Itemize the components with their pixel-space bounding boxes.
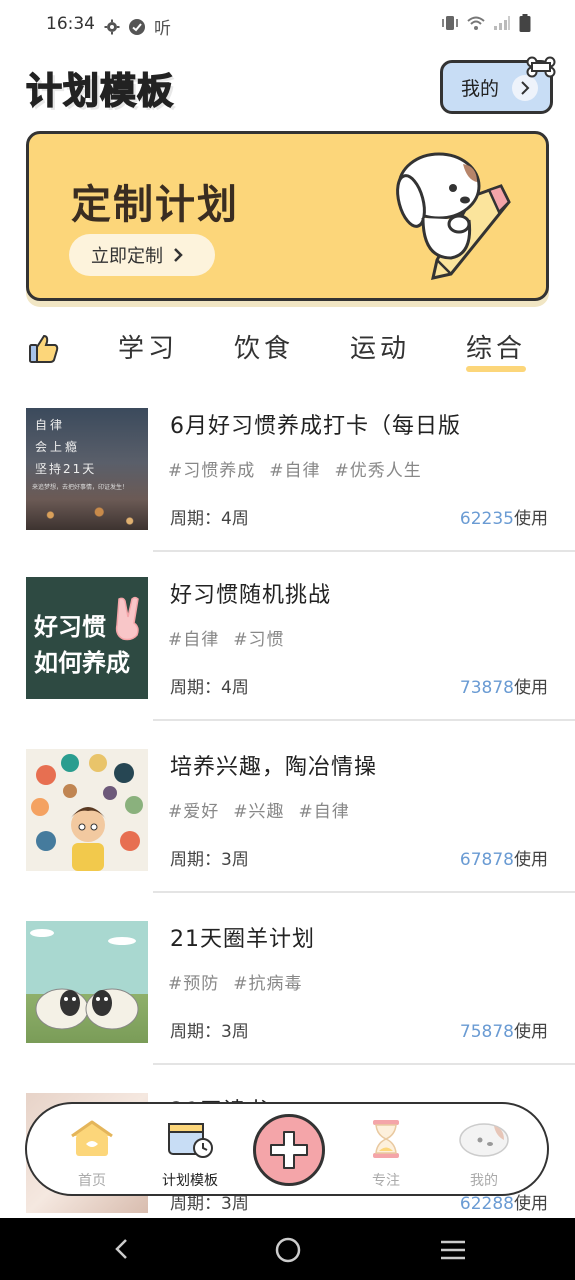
status-bar: 16:34 听 xyxy=(0,0,575,48)
calendar-icon xyxy=(168,1123,213,1158)
plan-usage: 62235使用 xyxy=(459,509,548,529)
nav-profile[interactable]: 我的 xyxy=(439,1118,529,1189)
plan-tag[interactable]: #预防 xyxy=(168,969,219,994)
divider xyxy=(153,550,575,552)
add-icon xyxy=(270,1131,308,1169)
home-circle-icon[interactable] xyxy=(275,1237,301,1263)
chevron-right-icon xyxy=(174,248,183,262)
plan-title: 6月好习惯养成打卡（每日版 xyxy=(170,414,461,439)
plan-thumbnail: 好习惯 如何养成 xyxy=(26,577,148,699)
plan-tags: #自律 #习惯 xyxy=(168,625,285,650)
plan-tag[interactable]: #习惯 xyxy=(233,625,284,650)
system-nav-bar xyxy=(0,1218,575,1280)
plan-tag[interactable]: #爱好 xyxy=(168,797,219,822)
plan-thumbnail xyxy=(26,921,148,1043)
plan-title: 培养兴趣，陶冶情操 xyxy=(170,755,378,780)
plan-tag[interactable]: #抗病毒 xyxy=(233,969,302,994)
tab-general[interactable]: 综合 xyxy=(466,328,526,365)
hourglass-icon xyxy=(373,1120,399,1158)
recent-apps-icon[interactable] xyxy=(440,1239,466,1261)
custom-plan-banner[interactable]: 定制计划 立即定制 xyxy=(26,131,549,301)
back-icon[interactable] xyxy=(112,1238,132,1260)
sheep-illustration xyxy=(30,929,139,1030)
plan-tag[interactable]: #自律 xyxy=(299,797,350,822)
dog-profile-icon xyxy=(459,1123,509,1157)
gear-icon xyxy=(104,19,120,34)
plan-period: 周期：4周 xyxy=(170,509,249,529)
divider xyxy=(153,1063,575,1065)
plan-tag[interactable]: #习惯养成 xyxy=(168,456,255,481)
nav-home[interactable]: 首页 xyxy=(47,1118,137,1189)
hobbies-illustration xyxy=(31,754,143,871)
plan-title: 21天圈羊计划 xyxy=(170,927,315,952)
plan-usage: 67878使用 xyxy=(459,850,548,870)
vibrate-icon xyxy=(442,16,458,30)
tab-exercise[interactable]: 运动 xyxy=(350,328,410,365)
plan-tags: #习惯养成 #自律 #优秀人生 xyxy=(168,456,422,481)
divider xyxy=(153,891,575,893)
home-icon xyxy=(71,1120,113,1156)
add-plan-button[interactable] xyxy=(253,1114,325,1186)
plan-thumbnail: 自律 会上瘾 坚持21天 来追梦想，去把好事情，印证发生！ xyxy=(26,408,148,530)
plan-item[interactable]: 培养兴趣，陶冶情操 #爱好 #兴趣 #自律 周期：3周 67878使用 xyxy=(0,749,575,921)
nav-plan-templates-label: 计划模板 xyxy=(162,1173,218,1189)
plan-tag[interactable]: #自律 xyxy=(168,625,219,650)
status-time: 16:34 xyxy=(46,14,95,34)
plan-item[interactable]: 自律 会上瘾 坚持21天 来追梦想，去把好事情，印证发生！ 6月好习惯养成打卡（… xyxy=(0,408,575,580)
plan-usage: 73878使用 xyxy=(459,678,548,698)
plan-item[interactable]: 好习惯 如何养成 好习惯随机挑战 #自律 #习惯 周期：4周 73878使用 xyxy=(0,577,575,749)
category-tabs: 学习 饮食 运动 综合 xyxy=(0,320,575,380)
plan-period: 周期：4周 xyxy=(170,678,249,698)
tab-study[interactable]: 学习 xyxy=(118,328,178,365)
bone-icon xyxy=(526,56,556,78)
plan-tag[interactable]: #优秀人生 xyxy=(335,456,422,481)
tab-diet[interactable]: 饮食 xyxy=(234,328,294,365)
plan-item[interactable]: 21天圈羊计划 #预防 #抗病毒 周期：3周 75878使用 xyxy=(0,921,575,1093)
battery-icon xyxy=(519,14,531,32)
check-circle-icon xyxy=(129,18,145,35)
mine-button-label: 我的 xyxy=(461,77,500,100)
divider xyxy=(153,719,575,721)
signal-icon xyxy=(494,16,510,30)
active-tab-indicator xyxy=(466,366,526,372)
plan-tag[interactable]: #自律 xyxy=(269,456,320,481)
wifi-icon xyxy=(467,16,485,30)
plan-title: 好习惯随机挑战 xyxy=(170,583,332,608)
banner-title: 定制计划 xyxy=(71,182,239,228)
nav-home-label: 首页 xyxy=(78,1173,106,1189)
bottom-nav: 首页 计划模板 专注 我的 xyxy=(25,1102,549,1196)
plan-thumbnail xyxy=(26,749,148,871)
chevron-right-icon xyxy=(512,75,538,101)
plan-period: 周期：3周 xyxy=(170,1022,249,1042)
nav-focus[interactable]: 专注 xyxy=(341,1118,431,1189)
ting-icon: 听 xyxy=(154,19,171,39)
nav-focus-label: 专注 xyxy=(372,1173,400,1189)
plan-usage: 75878使用 xyxy=(459,1022,548,1042)
nav-profile-label: 我的 xyxy=(470,1173,498,1189)
thumbs-up-icon xyxy=(29,334,59,363)
page-title: 计划模板 xyxy=(25,70,175,113)
dog-with-pencil-illustration xyxy=(396,152,511,280)
customize-now-label: 立即定制 xyxy=(91,246,163,267)
plan-tags: #爱好 #兴趣 #自律 xyxy=(168,797,350,822)
customize-now-button[interactable]: 立即定制 xyxy=(69,234,215,276)
plan-tags: #预防 #抗病毒 xyxy=(168,969,303,994)
plan-period: 周期：3周 xyxy=(170,850,249,870)
nav-plan-templates[interactable]: 计划模板 xyxy=(145,1118,235,1189)
victory-hand-icon xyxy=(115,596,139,641)
plan-tag[interactable]: #兴趣 xyxy=(233,797,284,822)
